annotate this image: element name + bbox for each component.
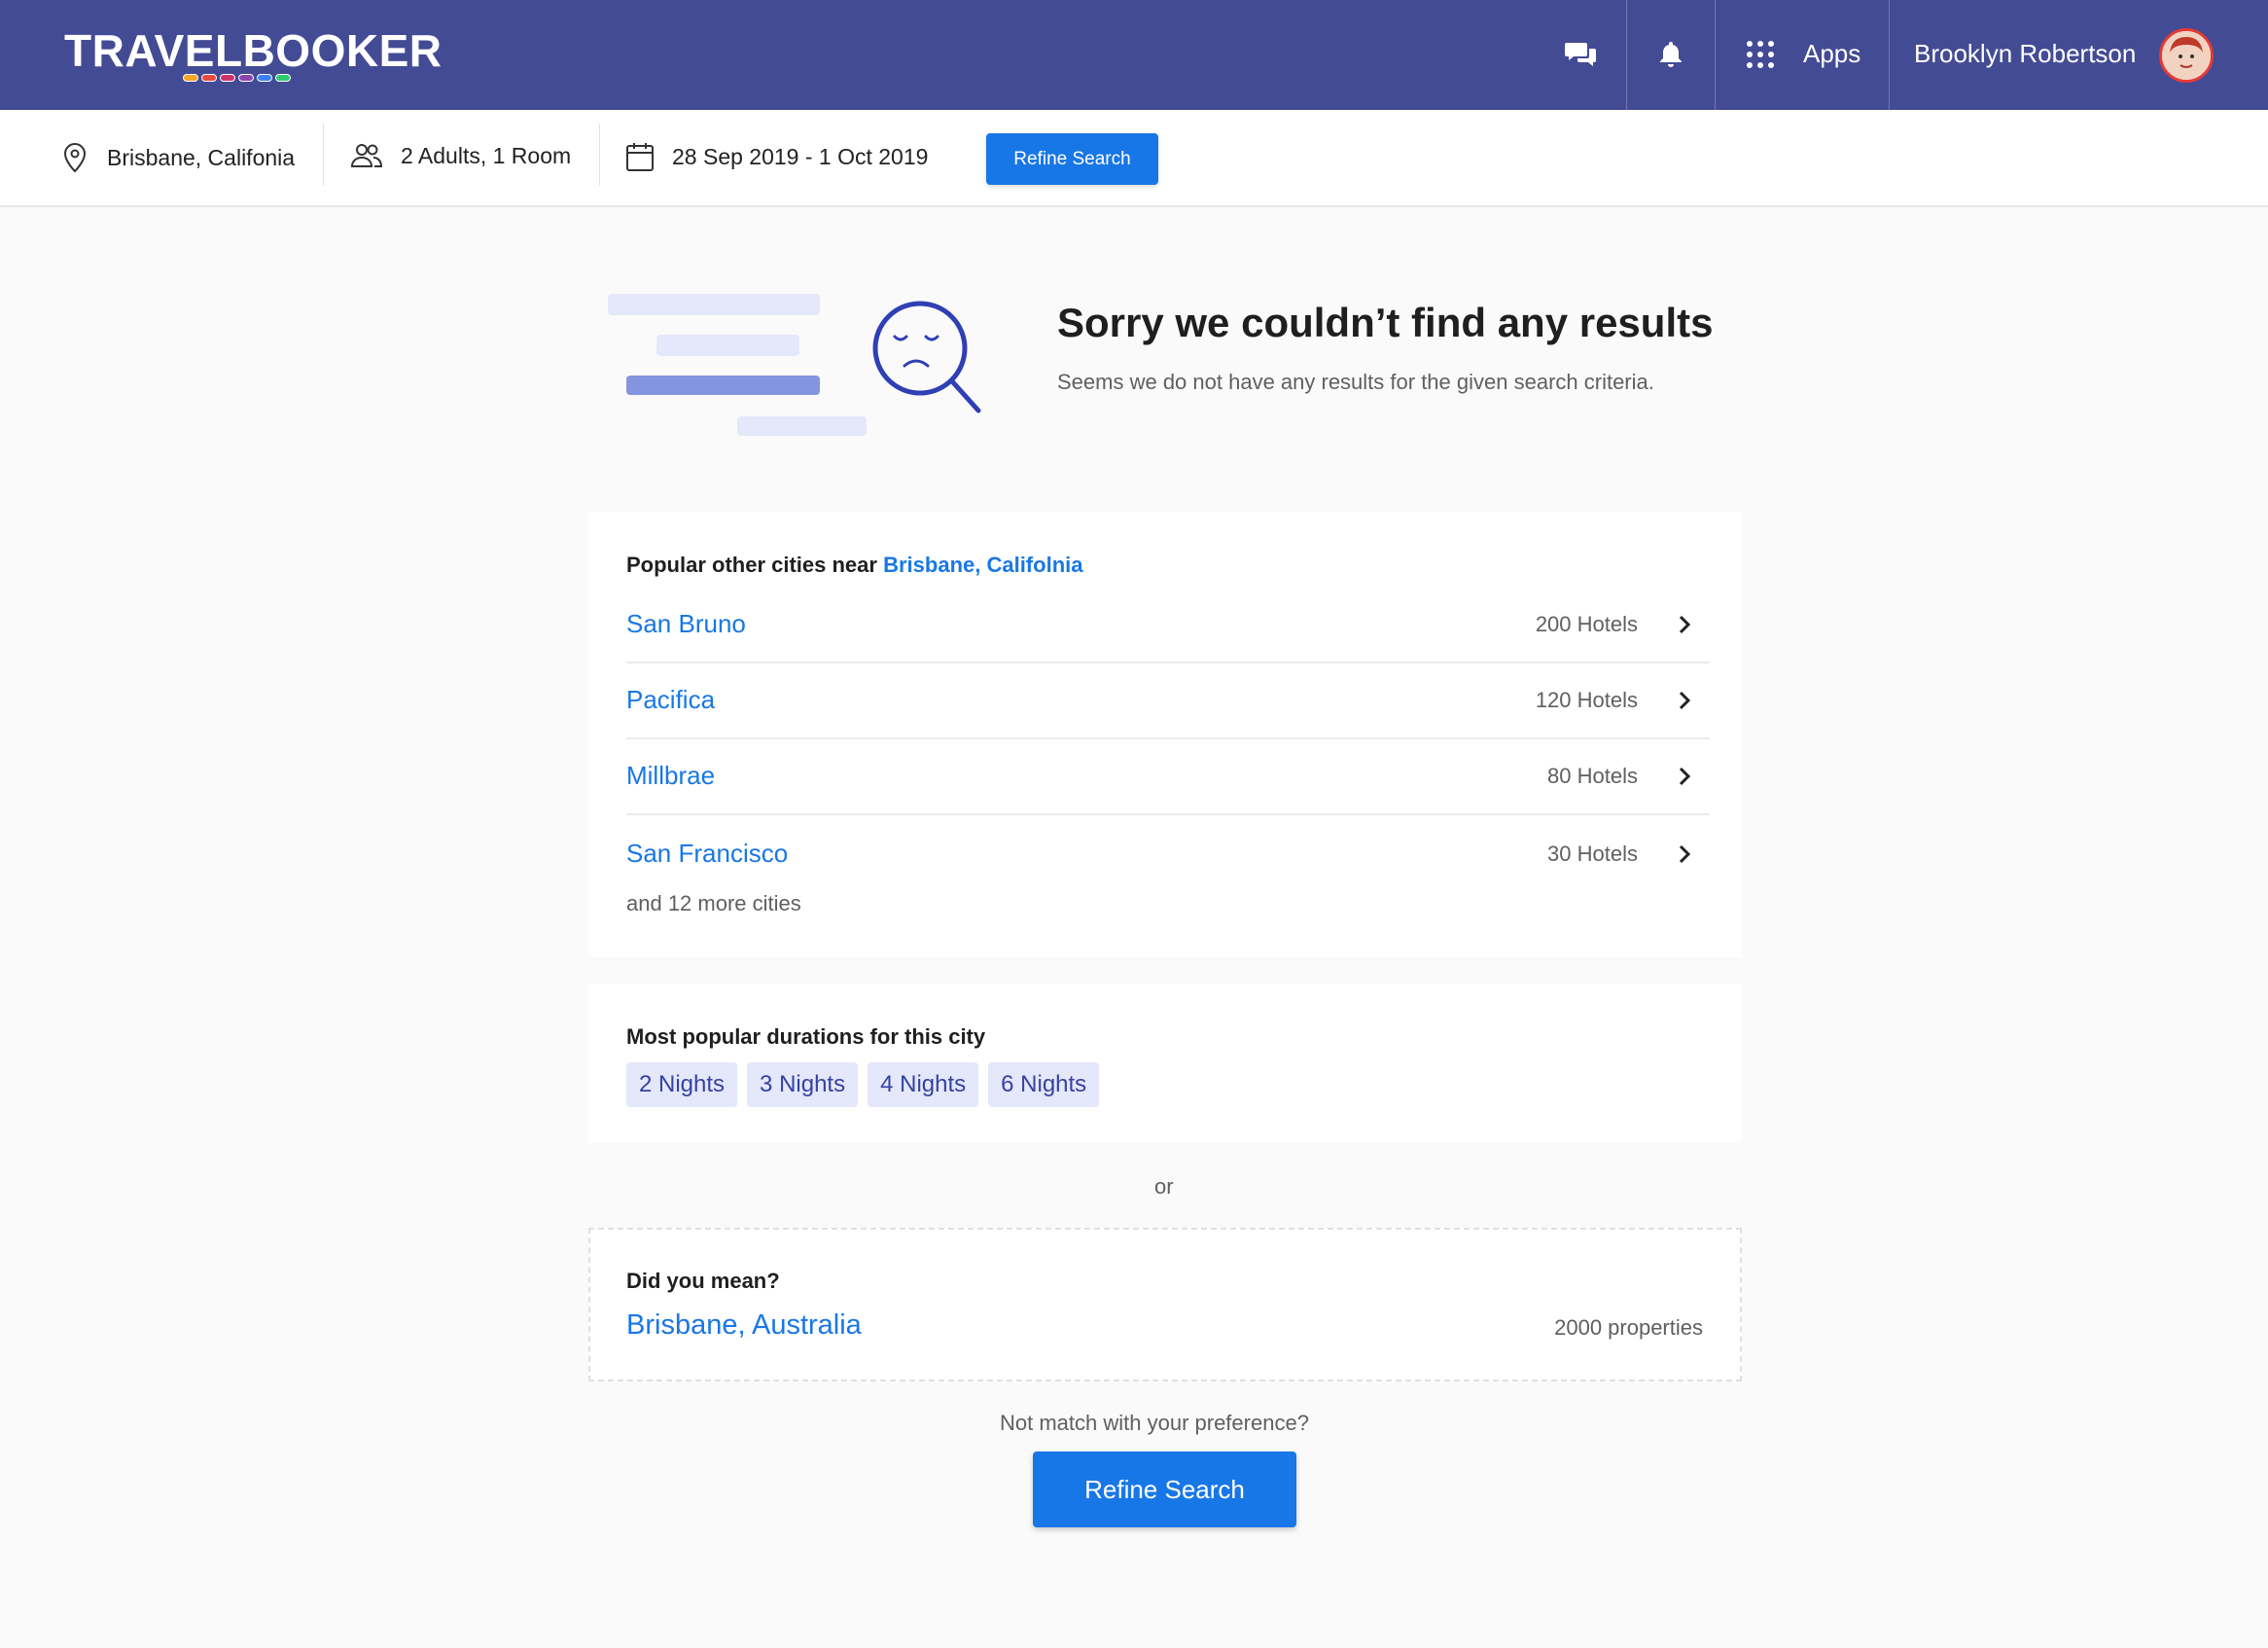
location-pin-icon <box>63 142 87 173</box>
more-cities-text: and 12 more cities <box>626 891 801 915</box>
searchbar-divider <box>599 124 600 186</box>
popular-durations-card: Most popular durations for this city 2 N… <box>588 984 1742 1143</box>
did-you-mean-title: Did you mean? <box>626 1269 780 1293</box>
duration-chip[interactable]: 3 Nights <box>747 1062 859 1107</box>
suggested-city-link[interactable]: Brisbane, Australia <box>626 1309 862 1342</box>
city-hotel-count: 200 Hotels <box>1535 612 1638 636</box>
apps-grid-icon[interactable] <box>1743 37 1778 72</box>
city-name[interactable]: Pacifica <box>626 685 715 715</box>
no-results-subtext: Seems we do not have any results for the… <box>1057 370 1654 394</box>
logo-text: TRAVELBOOKER <box>64 25 443 76</box>
popular-cities-card: Popular other cities near Brisbane, Cali… <box>588 512 1742 957</box>
popular-cities-location-link[interactable]: Brisbane, Califolnia <box>883 553 1082 577</box>
city-name[interactable]: Millbrae <box>626 761 715 791</box>
popular-cities-title: Popular other cities near Brisbane, Cali… <box>626 553 1082 578</box>
topbar-divider <box>1715 0 1716 110</box>
city-row[interactable]: Millbrae 80 Hotels <box>626 739 1710 815</box>
duration-chip[interactable]: 6 Nights <box>988 1062 1100 1107</box>
city-hotel-count: 80 Hotels <box>1547 764 1638 788</box>
city-name[interactable]: San Bruno <box>626 609 746 639</box>
topbar-divider <box>1626 0 1627 110</box>
or-separator: or <box>1154 1174 1174 1199</box>
topbar-divider <box>1889 0 1890 110</box>
suggested-city-property-count: 2000 properties <box>1554 1315 1703 1340</box>
chevron-right-icon[interactable] <box>1675 841 1696 868</box>
no-results-illustration <box>608 294 981 436</box>
user-name[interactable]: Brooklyn Robertson <box>1914 39 2136 69</box>
calendar-icon <box>626 143 654 171</box>
city-name[interactable]: San Francisco <box>626 839 788 869</box>
city-row[interactable]: Pacifica 120 Hotels <box>626 663 1710 739</box>
city-hotel-count: 30 Hotels <box>1547 842 1638 866</box>
user-avatar[interactable] <box>2159 28 2214 83</box>
dates-summary[interactable]: 28 Sep 2019 - 1 Oct 2019 <box>625 141 928 172</box>
chevron-right-icon[interactable] <box>1675 611 1696 638</box>
guests-icon <box>350 144 383 167</box>
travelbooker-logo[interactable]: TRAVELBOOKER <box>64 23 443 82</box>
popular-cities-title-prefix: Popular other cities near <box>626 553 877 577</box>
avatar-face-icon <box>2162 31 2211 80</box>
guests-summary[interactable]: 2 Adults, 1 Room <box>350 141 571 170</box>
refine-search-large-button[interactable]: Refine Search <box>1033 1451 1296 1527</box>
searchbar-divider <box>323 124 324 186</box>
top-navigation-bar: TRAVELBOOKER Apps Brooklyn Robertson <box>0 0 2268 110</box>
refine-search-button[interactable]: Refine Search <box>986 133 1158 185</box>
search-summary-bar: Brisbane, Califonia 2 Adults, 1 Room 28 … <box>0 110 2268 207</box>
did-you-mean-card: Did you mean? Brisbane, Australia 2000 p… <box>588 1228 1742 1381</box>
city-row[interactable]: San Francisco 30 Hotels <box>626 817 1710 893</box>
duration-chip[interactable]: 2 Nights <box>626 1062 738 1107</box>
city-row[interactable]: San Bruno 200 Hotels <box>626 588 1710 663</box>
chat-icon[interactable] <box>1564 37 1599 72</box>
preference-prompt: Not match with your preference? <box>1000 1411 1309 1435</box>
duration-chip[interactable]: 4 Nights <box>868 1062 979 1107</box>
apps-label[interactable]: Apps <box>1803 39 1860 69</box>
popular-durations-title: Most popular durations for this city <box>626 1024 986 1049</box>
chevron-right-icon[interactable] <box>1675 763 1696 790</box>
location-text: Brisbane, Califonia <box>107 144 296 170</box>
bell-icon[interactable] <box>1653 37 1688 72</box>
chevron-right-icon[interactable] <box>1675 687 1696 714</box>
duration-chips: 2 Nights 3 Nights 4 Nights 6 Nights <box>626 1062 1100 1107</box>
no-results-heading: Sorry we couldn’t find any results <box>1057 300 1714 345</box>
guests-text: 2 Adults, 1 Room <box>401 142 572 168</box>
logo-colored-dots <box>183 74 291 82</box>
city-hotel-count: 120 Hotels <box>1535 688 1638 712</box>
location-summary[interactable]: Brisbane, Califonia <box>60 141 295 174</box>
dates-text: 28 Sep 2019 - 1 Oct 2019 <box>672 143 929 169</box>
